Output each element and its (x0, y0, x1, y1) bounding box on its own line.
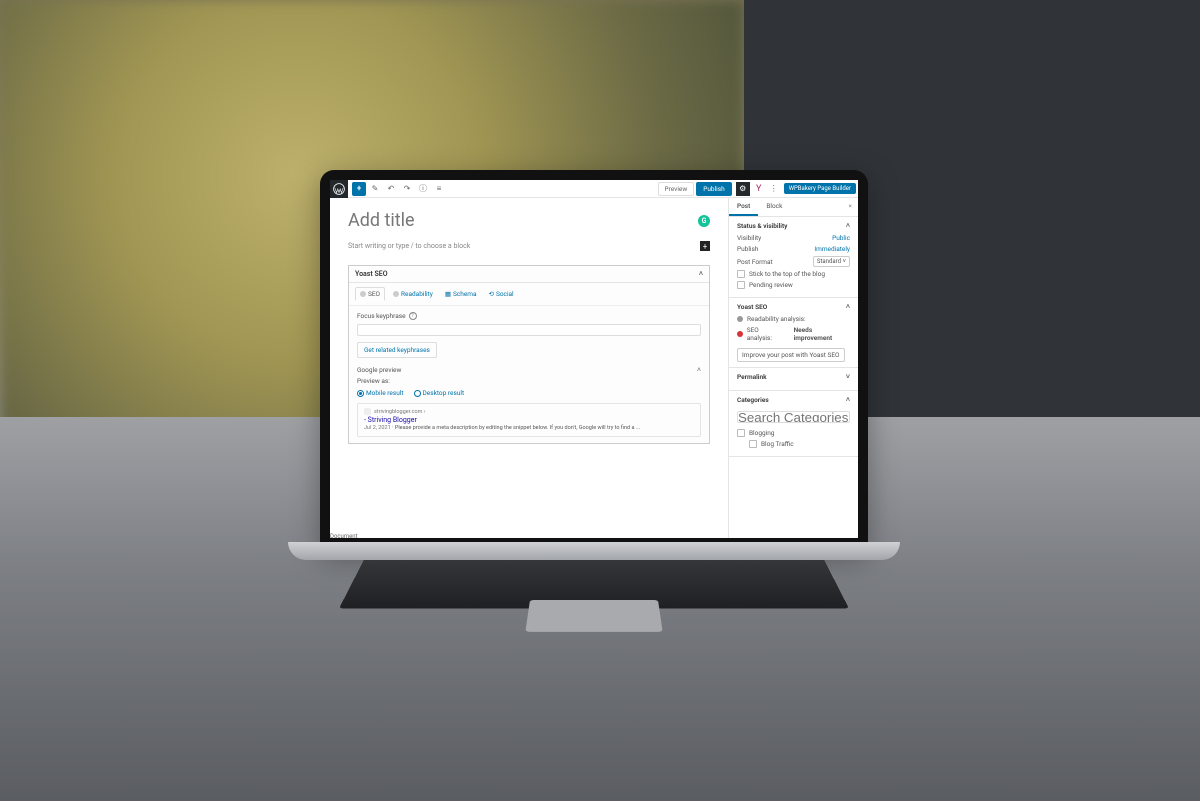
seo-dot-icon (737, 331, 743, 337)
more-options-icon[interactable]: ⋮ (767, 182, 781, 196)
edit-icon[interactable]: ✎ (368, 182, 382, 196)
preview-as-label: Preview as: (357, 377, 701, 385)
pending-label: Pending review (749, 281, 793, 289)
visibility-label: Visibility (737, 234, 761, 242)
improve-yoast-button[interactable]: Improve your post with Yoast SEO (737, 348, 845, 362)
chevron-down-icon[interactable]: ˅ (846, 373, 850, 381)
snippet-title: - Striving Blogger (364, 416, 694, 424)
yoast-sidebar-panel: Yoast SEO ˄ Readability analysis: SEO ana… (729, 298, 858, 368)
publish-value[interactable]: Immediately (814, 245, 850, 253)
laptop-trackpad (525, 600, 662, 632)
editor-canvas: Add title G Start writing or type / to c… (330, 198, 728, 538)
stick-checkbox[interactable] (737, 270, 745, 278)
add-block-button[interactable]: + (352, 182, 366, 196)
wordpress-logo[interactable] (330, 180, 348, 198)
close-sidebar-icon[interactable]: × (843, 198, 858, 216)
snippet-description: Jul 2, 2021 · Please provide a meta desc… (364, 425, 694, 432)
settings-sidebar: Post Block × Status & visibility ˄ Visibi… (728, 198, 858, 538)
categories-panel: Categories ˄ Blogging Blog Traffic (729, 391, 858, 457)
post-format-select[interactable]: Standard ˅ (813, 256, 850, 267)
related-keyphrases-button[interactable]: Get related keyphrases (357, 342, 437, 358)
add-block-inline-button[interactable]: + (700, 241, 710, 251)
status-visibility-panel: Status & visibility ˄ Visibility Public Pu… (729, 217, 858, 298)
seo-analysis-label: SEO analysis: (747, 326, 784, 342)
readability-dot-icon (737, 316, 743, 322)
info-button[interactable]: ⓘ (416, 182, 430, 196)
yoast-sidebar-heading: Yoast SEO (737, 303, 767, 311)
chevron-up-icon[interactable]: ˄ (697, 366, 701, 374)
chevron-up-icon[interactable]: ˄ (846, 303, 850, 311)
yoast-icon[interactable]: Y (752, 182, 766, 196)
chevron-up-icon[interactable]: ˄ (699, 270, 703, 278)
sidebar-tab-block[interactable]: Block (758, 198, 790, 216)
yoast-tab-seo[interactable]: SEO (355, 287, 385, 301)
laptop-base (288, 542, 900, 560)
readability-label: Readability analysis: (747, 315, 806, 323)
pending-checkbox[interactable] (737, 281, 745, 289)
permalink-heading: Permalink (737, 373, 767, 381)
focus-keyphrase-input[interactable] (357, 324, 701, 336)
yoast-tabs: SEO Readability ▦Schema ⟲Social (349, 283, 709, 306)
yoast-tab-social[interactable]: ⟲Social (485, 287, 518, 301)
visibility-value[interactable]: Public (832, 234, 850, 242)
laptop-bezel: + ✎ ↶ ↷ ⓘ ≡ Preview Publish ⚙ Y ⋮ WPBake… (320, 170, 868, 550)
redo-button[interactable]: ↷ (400, 182, 414, 196)
sidebar-tab-post[interactable]: Post (729, 198, 758, 216)
wordpress-icon (333, 183, 345, 195)
categories-heading: Categories (737, 396, 769, 404)
category-checkbox[interactable] (737, 429, 745, 437)
seo-analysis-value: Needs improvement (794, 326, 850, 342)
preview-button[interactable]: Preview (658, 182, 695, 196)
settings-gear-icon[interactable]: ⚙ (736, 182, 750, 196)
undo-button[interactable]: ↶ (384, 182, 398, 196)
wp-editor-screen: + ✎ ↶ ↷ ⓘ ≡ Preview Publish ⚙ Y ⋮ WPBake… (330, 180, 858, 538)
category-checkbox[interactable] (749, 440, 757, 448)
chevron-up-icon[interactable]: ˄ (846, 222, 850, 230)
stick-label: Stick to the top of the blog (749, 270, 825, 278)
post-title-input[interactable]: Add title (348, 210, 698, 231)
grammarly-icon[interactable]: G (698, 215, 710, 227)
yoast-tab-readability[interactable]: Readability (389, 287, 437, 301)
desktop-result-radio[interactable]: Desktop result (414, 389, 465, 397)
document-tab-footer[interactable]: Document (330, 533, 358, 538)
chevron-up-icon[interactable]: ˄ (846, 396, 850, 404)
google-preview-heading: Google preview (357, 366, 401, 374)
outline-button[interactable]: ≡ (432, 182, 446, 196)
editor-toolbar: + ✎ ↶ ↷ ⓘ ≡ Preview Publish ⚙ Y ⋮ WPBake… (330, 180, 858, 198)
google-snippet-preview: strivingblogger.com › - Striving Blogger… (357, 403, 701, 437)
search-categories-input[interactable] (737, 411, 850, 423)
permalink-panel[interactable]: Permalink ˅ (729, 368, 858, 391)
status-heading: Status & visibility (737, 222, 787, 230)
yoast-tab-schema[interactable]: ▦Schema (441, 287, 481, 301)
publish-button[interactable]: Publish (696, 182, 731, 196)
post-format-label: Post Format (737, 258, 773, 266)
category-item[interactable]: Blog Traffic (761, 440, 794, 448)
paragraph-placeholder[interactable]: Start writing or type / to choose a bloc… (348, 242, 470, 250)
laptop: + ✎ ↶ ↷ ⓘ ≡ Preview Publish ⚙ Y ⋮ WPBake… (320, 170, 868, 620)
mobile-result-radio[interactable]: Mobile result (357, 389, 404, 397)
wpbakery-button[interactable]: WPBakery Page Builder (784, 183, 856, 194)
yoast-panel-title: Yoast SEO (355, 270, 388, 278)
publish-label: Publish (737, 245, 758, 253)
snippet-breadcrumb: strivingblogger.com › (364, 408, 694, 415)
help-icon[interactable]: ? (409, 312, 417, 320)
yoast-metabox: Yoast SEO ˄ SEO Readability ▦Schema ⟲Soc… (348, 265, 710, 444)
category-item[interactable]: Blogging (749, 429, 774, 437)
focus-keyphrase-label: Focus keyphrase (357, 312, 406, 320)
